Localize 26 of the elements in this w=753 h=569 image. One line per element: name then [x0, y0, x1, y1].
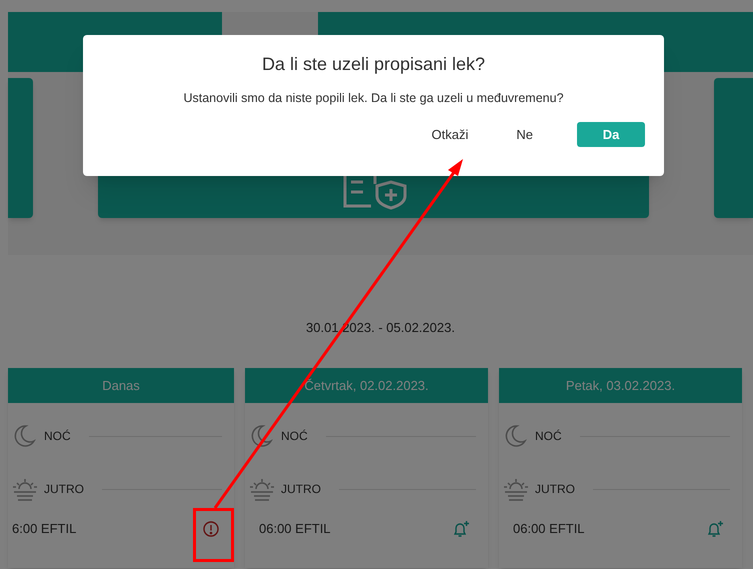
bell-plus-icon[interactable]: [452, 520, 470, 538]
sunrise-icon: [503, 476, 529, 502]
dialog-button[interactable]: Otkaži: [418, 122, 482, 147]
medication-time: 06:00 EFTIL: [512, 520, 585, 538]
medication-time: 6:00 EFTIL: [12, 520, 76, 538]
day-header: Danas: [8, 368, 234, 403]
period-label: JUTRO: [535, 481, 575, 498]
moon-icon: [503, 423, 529, 449]
dialog-message: Ustanovili smo da niste popili lek. Da li ste ga uzeli u međuvremenu?: [183, 90, 564, 106]
bell-plus-icon[interactable]: [706, 520, 724, 538]
sunrise-icon: [12, 476, 38, 502]
alert-icon[interactable]: [203, 521, 219, 537]
day-header: Petak, 03.02.2023.: [499, 368, 742, 403]
dialog-button[interactable]: Ne: [502, 122, 547, 147]
period-label: JUTRO: [44, 481, 84, 498]
period-label: JUTRO: [281, 481, 321, 498]
highlight-frame: [193, 508, 234, 562]
moon-icon: [12, 423, 38, 449]
moon-icon: [249, 423, 275, 449]
sunrise-icon: [249, 476, 275, 502]
dialog-title: Da li ste uzeli propisani lek?: [262, 53, 486, 76]
period-label: NOĆ: [281, 428, 308, 445]
medication-time: 06:00 EFTIL: [258, 520, 331, 538]
period-label: NOĆ: [535, 428, 562, 445]
period-label: NOĆ: [44, 428, 71, 445]
day-header: Četvrtak, 02.02.2023.: [245, 368, 488, 403]
